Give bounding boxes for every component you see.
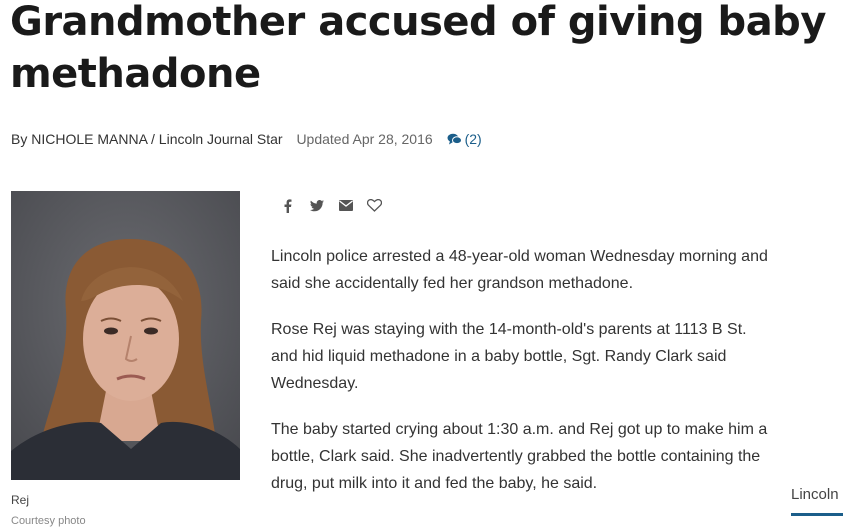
headline-line-2: methadone <box>10 51 261 97</box>
twitter-icon[interactable] <box>308 197 325 214</box>
author-link[interactable]: By NICHOLE MANNA / Lincoln Journal Star <box>11 131 283 147</box>
comments-icon <box>447 133 462 145</box>
article-paragraph: Rose Rej was staying with the 14-month-o… <box>271 321 747 392</box>
sidebar-underline <box>791 513 843 516</box>
byline: By NICHOLE MANNA / Lincoln Journal Star … <box>11 131 482 147</box>
comments-link[interactable]: (2) <box>447 131 482 147</box>
comments-count: (2) <box>464 131 482 147</box>
heart-icon[interactable] <box>366 197 383 214</box>
article-paragraph: Lincoln police arrested a 48-year-old wo… <box>271 248 768 292</box>
share-bar <box>279 197 383 214</box>
photo-caption: Rej <box>11 493 30 507</box>
mugshot-photo[interactable] <box>11 191 240 480</box>
mugshot-image <box>11 191 240 480</box>
email-icon[interactable] <box>337 197 354 214</box>
article-paragraph: The baby started crying about 1:30 a.m. … <box>271 421 768 492</box>
sidebar-link[interactable]: Lincoln <box>791 486 839 503</box>
headline: Grandmother accused of giving baby metha… <box>10 0 843 100</box>
updated-date: Updated Apr 28, 2016 <box>296 131 433 147</box>
photo-credit: Courtesy photo <box>11 515 86 527</box>
headline-line-1: Grandmother accused of giving baby <box>10 0 826 45</box>
article-body: Lincoln police arrested a 48-year-old wo… <box>271 243 771 516</box>
facebook-icon[interactable] <box>279 197 296 214</box>
